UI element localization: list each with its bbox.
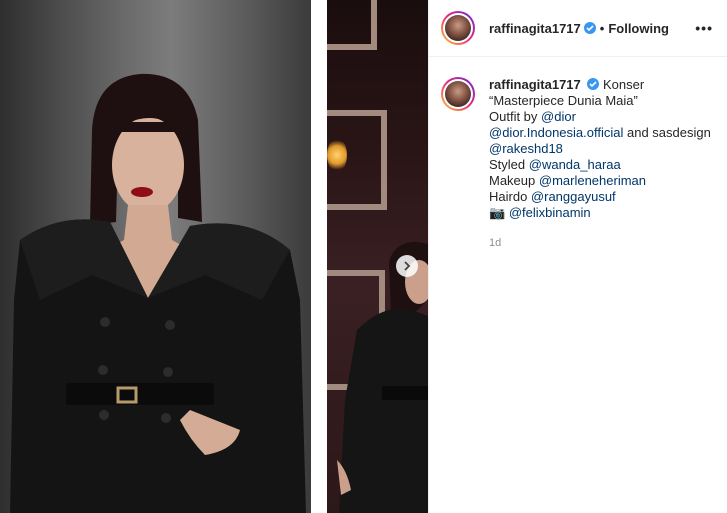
caption-line: Makeup @marleneheriman xyxy=(489,173,711,189)
more-horizontal-icon[interactable]: ••• xyxy=(695,20,713,36)
caption-text-segment: Makeup xyxy=(489,173,539,188)
caption-line-1: raffinagita1717 Konser xyxy=(489,77,711,93)
caption-line: Styled @wanda_haraa xyxy=(489,157,711,173)
username-link[interactable]: raffinagita1717 xyxy=(489,21,581,36)
caption-line: Hairdo @ranggayusuf xyxy=(489,189,711,205)
mention-link[interactable]: @ranggayusuf xyxy=(531,189,616,204)
post-header: raffinagita1717 • Following ••• xyxy=(429,0,727,57)
caption-username-link[interactable]: raffinagita1717 xyxy=(489,77,581,92)
verified-badge-icon xyxy=(587,78,600,90)
mention-link[interactable]: @rakeshd18 xyxy=(489,141,563,156)
following-button[interactable]: Following xyxy=(608,21,669,36)
caption-text-segment: Outfit by xyxy=(489,109,542,124)
caption-line: @dior.Indonesia.official and sasdesign xyxy=(489,125,711,141)
mention-link[interactable]: @dior xyxy=(541,109,576,124)
avatar[interactable] xyxy=(441,11,475,45)
post-timestamp[interactable]: 1d xyxy=(489,235,711,251)
caption-text-segment: and sasdesign xyxy=(623,125,711,140)
caption-line: “Masterpiece Dunia Maia” xyxy=(489,93,711,109)
chevron-right-icon xyxy=(404,261,411,271)
caption-avatar[interactable] xyxy=(441,77,475,111)
caption-text-segment: 📷 xyxy=(489,205,509,220)
mention-link[interactable]: @felixbinamin xyxy=(509,205,591,220)
caption: raffinagita1717 Konser “Masterpiece Duni… xyxy=(429,57,727,251)
caption-text: “Masterpiece Dunia Maia” Outfit by @dior @… xyxy=(489,93,711,221)
caption-line: Outfit by @dior xyxy=(489,109,711,125)
post-sidebar: raffinagita1717 • Following ••• raffinag… xyxy=(428,0,727,513)
caption-line: 📷 @felixbinamin xyxy=(489,205,711,221)
mention-link[interactable]: @dior.Indonesia.official xyxy=(489,125,623,140)
caption-text-segment: “Masterpiece Dunia Maia” xyxy=(489,93,638,108)
post-media[interactable] xyxy=(0,0,428,513)
caption-text-segment: Konser xyxy=(603,77,645,92)
separator-dot: • xyxy=(599,20,605,36)
caption-line: @rakeshd18 xyxy=(489,141,711,157)
next-image-button[interactable] xyxy=(396,255,418,277)
caption-text-segment: Hairdo xyxy=(489,189,531,204)
verified-badge-icon xyxy=(583,22,596,34)
caption-body: raffinagita1717 Konser “Masterpiece Duni… xyxy=(489,77,711,251)
caption-text-segment: Styled xyxy=(489,157,529,172)
post-photo-current xyxy=(0,0,311,513)
mention-link[interactable]: @wanda_haraa xyxy=(529,157,621,172)
mention-link[interactable]: @marleneheriman xyxy=(539,173,646,188)
